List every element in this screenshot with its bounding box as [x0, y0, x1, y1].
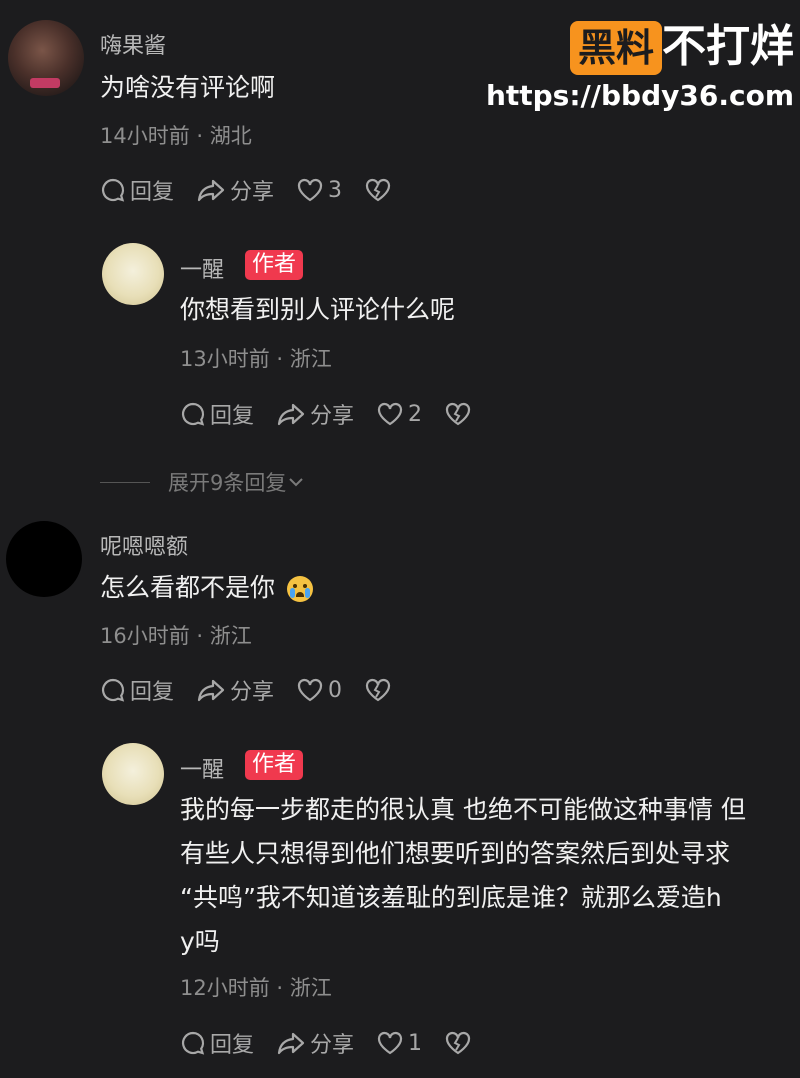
comment-actions: 回复 分享 0 [100, 674, 418, 706]
like-count: 2 [408, 401, 423, 427]
comment-bubble-icon [181, 402, 205, 426]
dislike-button[interactable] [364, 677, 396, 703]
comment-username[interactable]: 嗨果酱 [100, 28, 166, 60]
share-label: 分享 [230, 180, 275, 205]
like-button[interactable]: 0 [296, 677, 342, 703]
dislike-button[interactable] [364, 177, 396, 203]
share-arrow-icon [197, 679, 225, 702]
share-label: 分享 [230, 680, 275, 705]
author-badge: 作者 [245, 250, 304, 280]
broken-heart-icon [445, 1031, 471, 1055]
reply-avatar[interactable] [102, 243, 164, 305]
like-button[interactable]: 2 [376, 401, 422, 427]
reply-button[interactable]: 回复 [100, 174, 174, 206]
heart-icon [377, 1031, 403, 1055]
expand-replies-button[interactable]: 展开9条回复 [100, 467, 306, 497]
share-arrow-icon [197, 179, 225, 202]
broken-heart-icon [365, 678, 391, 702]
watermark-brand-box: 黑料 [569, 21, 662, 75]
reply-actions: 回复 分享 2 [180, 398, 498, 430]
broken-heart-icon [365, 178, 391, 202]
reply-text-line: 我的每一步都走的很认真 也绝不可能做这种事情 但 [180, 795, 746, 824]
reply-label: 回复 [210, 1033, 255, 1058]
reply-text-line: y吗 [180, 927, 220, 956]
share-label: 分享 [310, 1033, 355, 1058]
expand-label: 展开9条回复 [168, 471, 287, 495]
watermark: 黑料 不打烊 https://bbdy36.com [486, 10, 794, 112]
share-arrow-icon [277, 1032, 305, 1055]
reply-label: 回复 [130, 680, 175, 705]
reply-username[interactable]: 一醒 [180, 252, 224, 284]
avatar-sticker [30, 78, 60, 88]
reply-text: 我的每一步都走的很认真 也绝不可能做这种事情 但 有些人只想得到他们想要听到的答… [180, 788, 790, 964]
heart-icon [297, 678, 323, 702]
watermark-brand-tail: 不打烊 [662, 21, 794, 72]
reply-text-line: 有些人只想得到他们想要听到的答案然后到处寻求 [180, 839, 731, 868]
reply-meta: 12小时前 · 浙江 [180, 976, 332, 1000]
reply-label: 回复 [210, 404, 255, 429]
expand-divider [100, 481, 150, 483]
comment-bubble-icon [181, 1031, 205, 1055]
reply-label: 回复 [130, 180, 175, 205]
comment-bubble-icon [101, 678, 125, 702]
comment-text: 怎么看都不是你 [100, 566, 313, 610]
comment-bubble-icon [101, 178, 125, 202]
share-label: 分享 [310, 404, 355, 429]
like-count: 1 [408, 1030, 423, 1056]
crying-face-emoji [286, 576, 313, 602]
reply-button[interactable]: 回复 [100, 674, 174, 706]
like-count: 0 [328, 677, 343, 703]
comment-meta: 14小时前 · 湖北 [100, 124, 252, 148]
reply-text-line: “共鸣”我不知道该羞耻的到底是谁？就那么爱造h [180, 883, 722, 912]
share-button[interactable]: 分享 [196, 174, 274, 206]
avatar[interactable] [8, 20, 84, 96]
comment-meta: 16小时前 · 浙江 [100, 624, 252, 648]
dislike-button[interactable] [444, 1030, 476, 1056]
author-badge: 作者 [245, 750, 304, 780]
reply-button[interactable]: 回复 [180, 1027, 254, 1059]
avatar[interactable] [6, 521, 82, 597]
like-button[interactable]: 3 [296, 177, 342, 203]
broken-heart-icon [445, 402, 471, 426]
watermark-url: https://bbdy36.com [485, 79, 794, 112]
reply-username[interactable]: 一醒 [180, 752, 224, 784]
share-button[interactable]: 分享 [276, 1027, 354, 1059]
reply-text: 你想看到别人评论什么呢 [180, 295, 456, 324]
reply-meta: 13小时前 · 浙江 [180, 347, 332, 371]
comment-text: 为啥没有评论啊 [100, 73, 276, 102]
dislike-button[interactable] [444, 401, 476, 427]
chevron-down-icon [289, 478, 304, 487]
comment-username[interactable]: 呢嗯嗯额 [100, 529, 188, 561]
comment-actions: 回复 分享 3 [100, 174, 418, 206]
share-button[interactable]: 分享 [276, 398, 354, 430]
reply-button[interactable]: 回复 [180, 398, 254, 430]
heart-icon [297, 178, 323, 202]
reply-actions: 回复 分享 1 [180, 1027, 498, 1059]
comment-text-content: 怎么看都不是你 [100, 573, 276, 602]
like-count: 3 [328, 177, 343, 203]
share-button[interactable]: 分享 [196, 674, 274, 706]
share-arrow-icon [277, 403, 305, 426]
reply-avatar[interactable] [102, 743, 164, 805]
like-button[interactable]: 1 [376, 1030, 422, 1056]
heart-icon [377, 402, 403, 426]
